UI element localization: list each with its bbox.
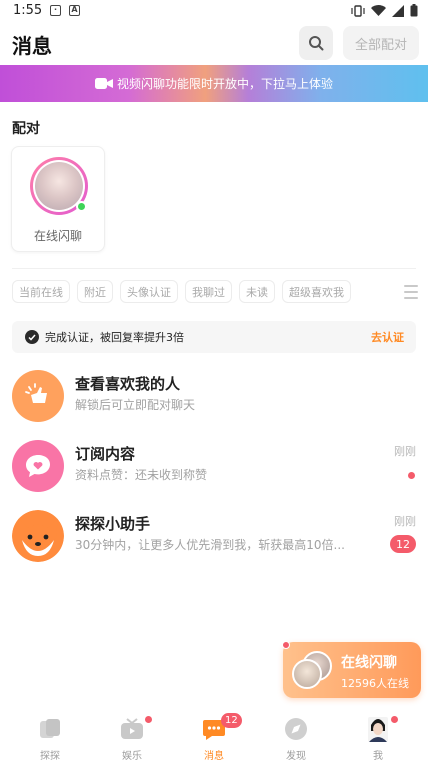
tab-messages[interactable]: 12 消息: [184, 713, 244, 760]
check-circle-icon: [25, 330, 39, 344]
unread-count-badge: 12: [221, 713, 242, 728]
filter-chip-chatted[interactable]: 我聊过: [185, 280, 232, 303]
search-icon: [309, 36, 324, 51]
match-section-title: 配对: [12, 121, 40, 137]
status-right-icons: [351, 4, 418, 17]
status-time: 1:55: [13, 3, 43, 18]
like-hand-icon: [12, 370, 64, 422]
conversation-name: 查看喜欢我的人: [75, 375, 181, 393]
tab-discover[interactable]: 发现: [266, 714, 326, 760]
tab-tantan[interactable]: 探探: [20, 714, 80, 760]
filter-chip-super-like[interactable]: 超级喜欢我: [282, 280, 351, 303]
filter-chip-online[interactable]: 当前在线: [12, 280, 70, 303]
video-camera-icon: [94, 78, 113, 89]
conversation-preview: 资料点赞：还未收到称赞: [75, 468, 208, 482]
online-chat-float-button[interactable]: 在线闪聊 12596人在线: [282, 641, 421, 698]
notification-dot: [145, 716, 152, 723]
filter-chip-nearby[interactable]: 附近: [77, 280, 113, 303]
conversation-item[interactable]: 探探小助手 30分钟内，让更多人优先滑到我，斩获最高10倍... 刚刚 12: [0, 505, 428, 573]
online-chat-label: 在线闪聊: [33, 229, 82, 243]
online-status-dot: [76, 201, 87, 212]
avatar-stack: [290, 651, 338, 689]
tab-label: 消息: [204, 751, 224, 760]
tab-label: 我: [373, 751, 383, 760]
filter-menu-icon[interactable]: [404, 285, 418, 299]
fox-icon: [12, 510, 64, 562]
conversation-time: 刚刚: [394, 445, 416, 458]
go-verify-link[interactable]: 去认证: [371, 329, 404, 345]
page-title: 消息: [12, 34, 52, 58]
tab-label: 发现: [286, 751, 306, 760]
status-left-icons: · A: [50, 5, 80, 16]
avatar: [368, 717, 388, 742]
tab-label: 探探: [40, 751, 60, 760]
video-chat-banner[interactable]: 视频闪聊功能限时开放中，下拉马上体验: [0, 65, 428, 102]
tab-label: 娱乐: [122, 751, 142, 760]
tab-entertainment[interactable]: 娱乐: [102, 714, 162, 760]
online-chat-card[interactable]: 在线闪聊: [11, 146, 105, 252]
conversation-name: 订阅内容: [75, 445, 136, 463]
float-card-title: 在线闪聊: [341, 655, 397, 671]
avatar: [292, 659, 322, 689]
compass-icon: [285, 718, 307, 740]
vibrate-icon: [351, 4, 365, 17]
filter-chip-unread[interactable]: 未读: [239, 280, 275, 303]
heart-bubble-icon: [12, 440, 64, 492]
conversation-name: 探探小助手: [75, 515, 151, 533]
verify-bar[interactable]: 完成认证，被回复率提升3倍 去认证: [12, 321, 416, 353]
filter-chip-avatar-verified[interactable]: 头像认证: [120, 280, 178, 303]
verify-text: 完成认证，被回复率提升3倍: [45, 331, 184, 344]
status-bar: 1:55 · A: [0, 0, 428, 24]
conversation-preview: 30分钟内，让更多人优先滑到我，斩获最高10倍...: [75, 538, 345, 552]
conversation-item[interactable]: 查看喜欢我的人 解锁后可立即配对聊天: [0, 365, 428, 433]
unread-count-badge: 12: [390, 535, 416, 553]
wifi-icon: [371, 4, 386, 16]
search-button[interactable]: [299, 26, 333, 60]
filter-row: 当前在线 附近 头像认证 我聊过 未读 超级喜欢我: [12, 280, 351, 303]
unread-dot: [408, 472, 415, 479]
divider: [12, 268, 416, 269]
tab-me[interactable]: 我: [348, 714, 408, 760]
header: 消息 全部配对: [0, 24, 428, 64]
notification-dot: [391, 716, 398, 723]
conversation-time: 刚刚: [394, 515, 416, 528]
tv-icon: [121, 718, 143, 739]
all-matches-button[interactable]: 全部配对: [343, 26, 419, 60]
bottom-tab-bar: 探探 娱乐 12 消息 发现 我: [0, 710, 428, 760]
signal-icon: [392, 4, 404, 17]
notification-a-icon: A: [69, 5, 80, 16]
cards-icon: [40, 719, 60, 738]
float-card-subtitle: 12596人在线: [341, 677, 409, 690]
conversation-preview: 解锁后可立即配对聊天: [75, 398, 196, 412]
battery-icon: [410, 4, 418, 17]
conversation-item[interactable]: 订阅内容 资料点赞：还未收到称赞 刚刚: [0, 435, 428, 503]
notification-dot: [282, 641, 290, 649]
banner-text: 视频闪聊功能限时开放中，下拉马上体验: [116, 77, 333, 91]
notification-face-icon: ·: [50, 5, 61, 16]
